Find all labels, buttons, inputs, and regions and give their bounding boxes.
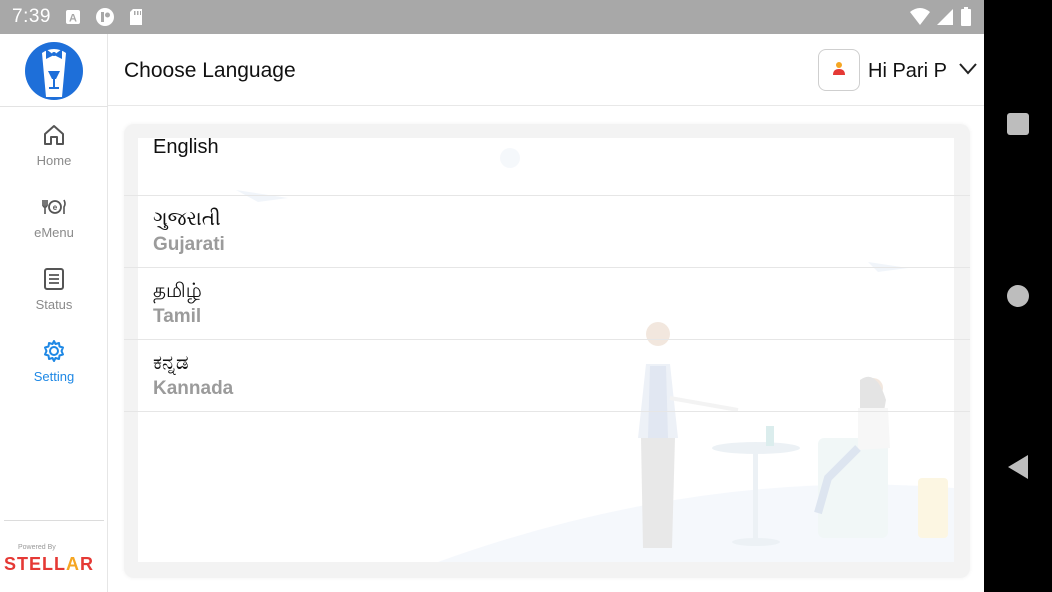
sidebar-item-emenu[interactable]: e eMenu	[0, 194, 108, 258]
powered-by-label: Powered By	[18, 544, 56, 551]
header: Choose Language Hi Pari P	[108, 34, 984, 106]
sidebar: Home e eMenu Status Setting Powered By S…	[0, 34, 108, 592]
status-icon	[41, 266, 67, 292]
home-system-button[interactable]	[1006, 284, 1030, 308]
language-item-kannada[interactable]: ಕನ್ನಡ Kannada	[124, 340, 970, 412]
sidebar-bottom-divider	[4, 520, 104, 521]
language-item-english[interactable]: English	[124, 124, 970, 196]
user-avatar-button[interactable]	[818, 49, 860, 91]
gear-icon	[41, 338, 67, 364]
sidebar-item-label: Setting	[33, 369, 75, 384]
home-icon	[41, 122, 67, 148]
language-native-name: ಕನ್ನಡ	[153, 352, 189, 374]
language-item-gujarati[interactable]: ગુજરાતી Gujarati	[124, 196, 970, 268]
back-button[interactable]	[1006, 454, 1030, 480]
language-native-name: தமிழ்	[153, 280, 202, 302]
user-greeting[interactable]: Hi Pari P	[868, 60, 947, 83]
recents-button[interactable]	[1006, 112, 1030, 136]
sidebar-item-label: Home	[36, 153, 72, 168]
logo-divider	[0, 106, 108, 107]
brand-logo: STELLAR	[4, 554, 94, 574]
circle-badge-icon	[95, 7, 115, 27]
chevron-down-icon[interactable]	[958, 62, 978, 81]
sidebar-item-label: Status	[35, 297, 73, 312]
language-english-name: Gujarati	[153, 234, 225, 255]
language-native-name: ગુજરાતી	[153, 208, 221, 230]
language-english-name: Tamil	[153, 306, 202, 327]
a-badge-icon: A	[65, 9, 81, 25]
sidebar-item-status[interactable]: Status	[0, 266, 108, 330]
language-card: English ગુજરાતી Gujarati தமிழ் Tamil ಕನ್…	[124, 124, 970, 578]
battery-icon	[960, 7, 972, 32]
status-bar: 7:39 A	[0, 0, 984, 34]
system-nav-bar	[984, 0, 1052, 592]
language-item-tamil[interactable]: தமிழ் Tamil	[124, 268, 970, 340]
app-container: Home e eMenu Status Setting Powered By S…	[0, 34, 984, 592]
app-logo	[24, 41, 84, 101]
wifi-icon	[910, 8, 930, 31]
sidebar-item-setting[interactable]: Setting	[0, 338, 108, 402]
language-native-name: English	[153, 136, 219, 158]
svg-text:e: e	[53, 203, 58, 212]
signal-icon	[936, 8, 954, 31]
status-time: 7:39	[12, 6, 51, 27]
svg-text:A: A	[69, 13, 77, 25]
sidebar-item-label: eMenu	[34, 225, 74, 240]
sidebar-item-home[interactable]: Home	[0, 122, 108, 186]
emenu-icon: e	[41, 194, 67, 220]
sd-card-icon	[129, 8, 143, 26]
page-title: Choose Language	[124, 59, 296, 82]
language-english-name: Kannada	[153, 378, 234, 399]
user-icon	[831, 60, 847, 81]
